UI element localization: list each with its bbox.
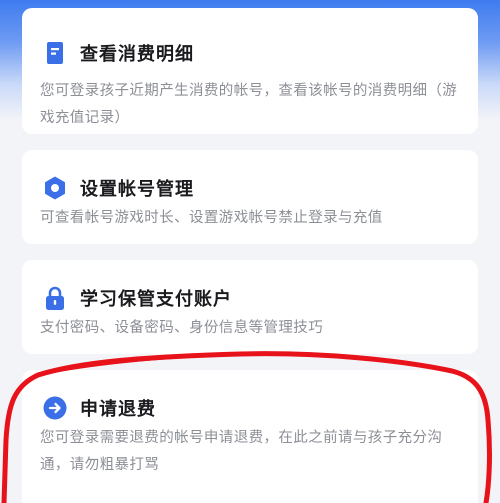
card-title: 学习保管支付账户 — [80, 289, 232, 310]
payment-account-card[interactable]: 学习保管支付账户 支付密码、设备密码、身份信息等管理技巧 — [22, 260, 478, 354]
account-management-card[interactable]: 设置帐号管理 可查看帐号游戏时长、设置游戏帐号禁止登录与充值 — [22, 150, 478, 244]
arrow-right-circle-icon — [42, 395, 68, 421]
lock-icon — [42, 285, 68, 311]
consumption-details-card[interactable]: 查看消费明细 您可登录孩子近期产生消费的帐号，查看该帐号的消费明细（游戏充值记录… — [22, 8, 478, 134]
card-description: 您可登录需要退费的帐号申请退费，在此之前请与孩子充分沟通，请勿粗暴打骂 — [40, 430, 443, 473]
card-header: 申请退费 — [42, 395, 156, 421]
hexagon-settings-icon — [42, 175, 68, 201]
card-description: 支付密码、设备密码、身份信息等管理技巧 — [40, 320, 324, 336]
card-description: 您可登录孩子近期产生消费的帐号，查看该帐号的消费明细（游戏充值记录） — [40, 83, 458, 126]
card-description: 可查看帐号游戏时长、设置游戏帐号禁止登录与充值 — [40, 210, 383, 226]
card-header: 查看消费明细 — [42, 40, 194, 66]
card-header: 设置帐号管理 — [42, 175, 194, 201]
card-title: 查看消费明细 — [80, 44, 194, 65]
refund-request-card[interactable]: 申请退费 您可登录需要退费的帐号申请退费，在此之前请与孩子充分沟通，请勿粗暴打骂 — [22, 370, 478, 503]
document-list-icon — [42, 40, 68, 66]
card-title: 申请退费 — [80, 399, 156, 420]
card-title: 设置帐号管理 — [80, 179, 194, 200]
card-header: 学习保管支付账户 — [42, 285, 232, 311]
